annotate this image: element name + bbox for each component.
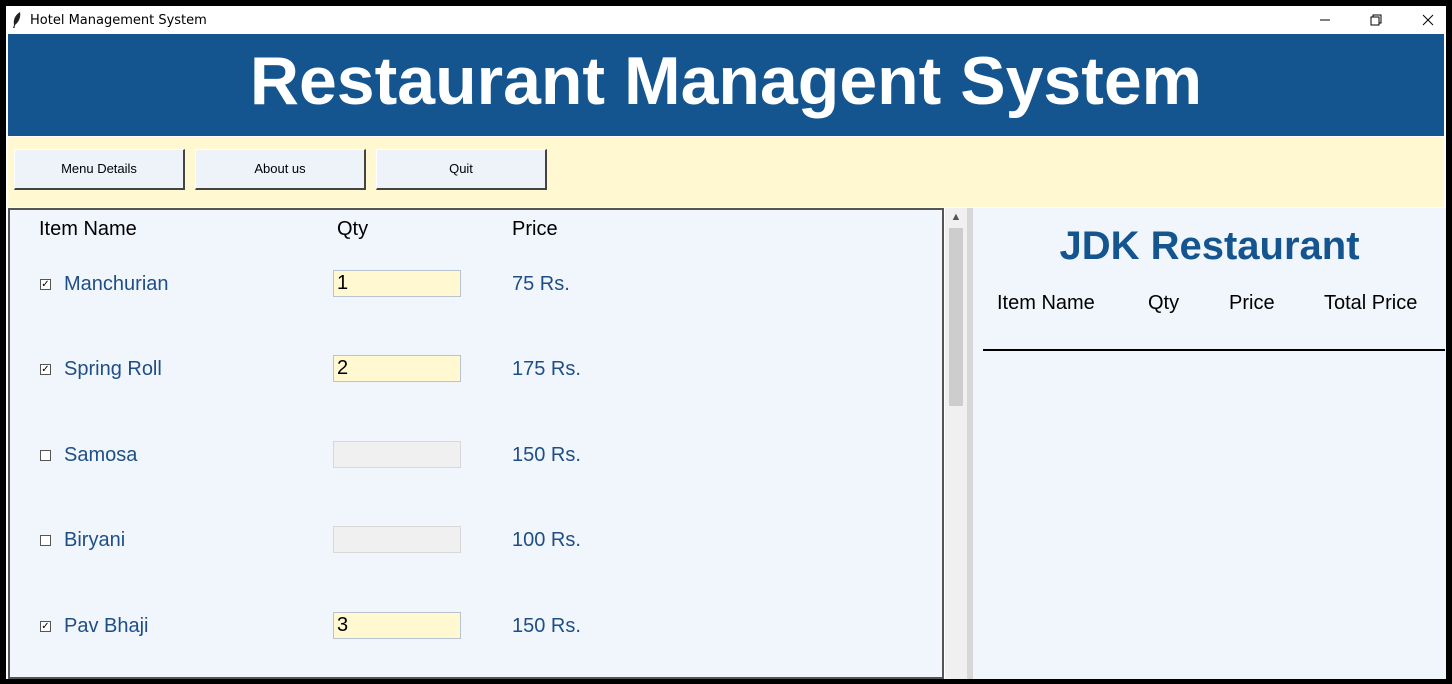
manchurian-checkbox[interactable]: ✓ xyxy=(40,279,51,290)
item-price: 175 Rs. xyxy=(512,358,581,380)
about-us-button[interactable]: About us xyxy=(195,149,366,190)
menu-scrollbar[interactable]: ▲ xyxy=(945,208,967,679)
feather-icon xyxy=(13,12,21,28)
item-name: Manchurian xyxy=(64,273,169,295)
bill-header-price: Price xyxy=(1229,292,1275,314)
bill-header-divider xyxy=(983,349,1445,351)
item-name: Spring Roll xyxy=(64,358,162,380)
restore-icon[interactable] xyxy=(1365,10,1387,30)
biryani-checkbox[interactable] xyxy=(40,535,51,546)
column-header-item-name: Item Name xyxy=(39,218,137,240)
spring-roll-checkbox[interactable]: ✓ xyxy=(40,364,51,375)
bill-header-item-name: Item Name xyxy=(997,292,1095,314)
menu-panel: Item Name Qty Price ✓ Manchurian 75 Rs. … xyxy=(8,208,944,679)
quit-button[interactable]: Quit xyxy=(376,149,547,190)
samosa-qty-input[interactable] xyxy=(333,441,461,468)
pav-bhaji-checkbox[interactable]: ✓ xyxy=(40,621,51,632)
column-header-qty: Qty xyxy=(337,218,369,240)
page-title: Restaurant Managent System xyxy=(249,43,1203,119)
item-name: Pav Bhaji xyxy=(64,615,149,637)
title-bar[interactable]: Hotel Management System xyxy=(6,6,1446,34)
item-price: 150 Rs. xyxy=(512,444,581,466)
menu-details-button[interactable]: Menu Details xyxy=(14,149,185,190)
header-banner: Restaurant Managent System xyxy=(8,34,1444,136)
app-window: Hotel Management System Restaurant Manag… xyxy=(6,6,1446,679)
item-price: 150 Rs. xyxy=(512,615,581,637)
window-title: Hotel Management System xyxy=(30,13,207,28)
bill-panel: JDK Restaurant Item Name Qty Price Total… xyxy=(973,208,1446,679)
minimize-icon[interactable] xyxy=(1314,10,1336,30)
item-name: Biryani xyxy=(64,529,126,551)
scroll-up-arrow-icon[interactable]: ▲ xyxy=(945,208,967,226)
column-header-price: Price xyxy=(512,218,558,240)
toolbar: Menu Details About us Quit xyxy=(8,137,1444,207)
manchurian-qty-input[interactable] xyxy=(333,270,461,297)
close-icon[interactable] xyxy=(1417,10,1439,30)
samosa-checkbox[interactable] xyxy=(40,450,51,461)
item-price: 75 Rs. xyxy=(512,273,570,295)
bill-header-qty: Qty xyxy=(1148,292,1180,314)
biryani-qty-input[interactable] xyxy=(333,526,461,553)
item-name: Samosa xyxy=(64,444,138,466)
pav-bhaji-qty-input[interactable] xyxy=(333,612,461,639)
restaurant-title: JDK Restaurant xyxy=(1059,224,1360,268)
bill-header-total-price: Total Price xyxy=(1324,292,1418,314)
item-price: 100 Rs. xyxy=(512,529,581,551)
scroll-thumb[interactable] xyxy=(949,228,963,406)
spring-roll-qty-input[interactable] xyxy=(333,355,461,382)
